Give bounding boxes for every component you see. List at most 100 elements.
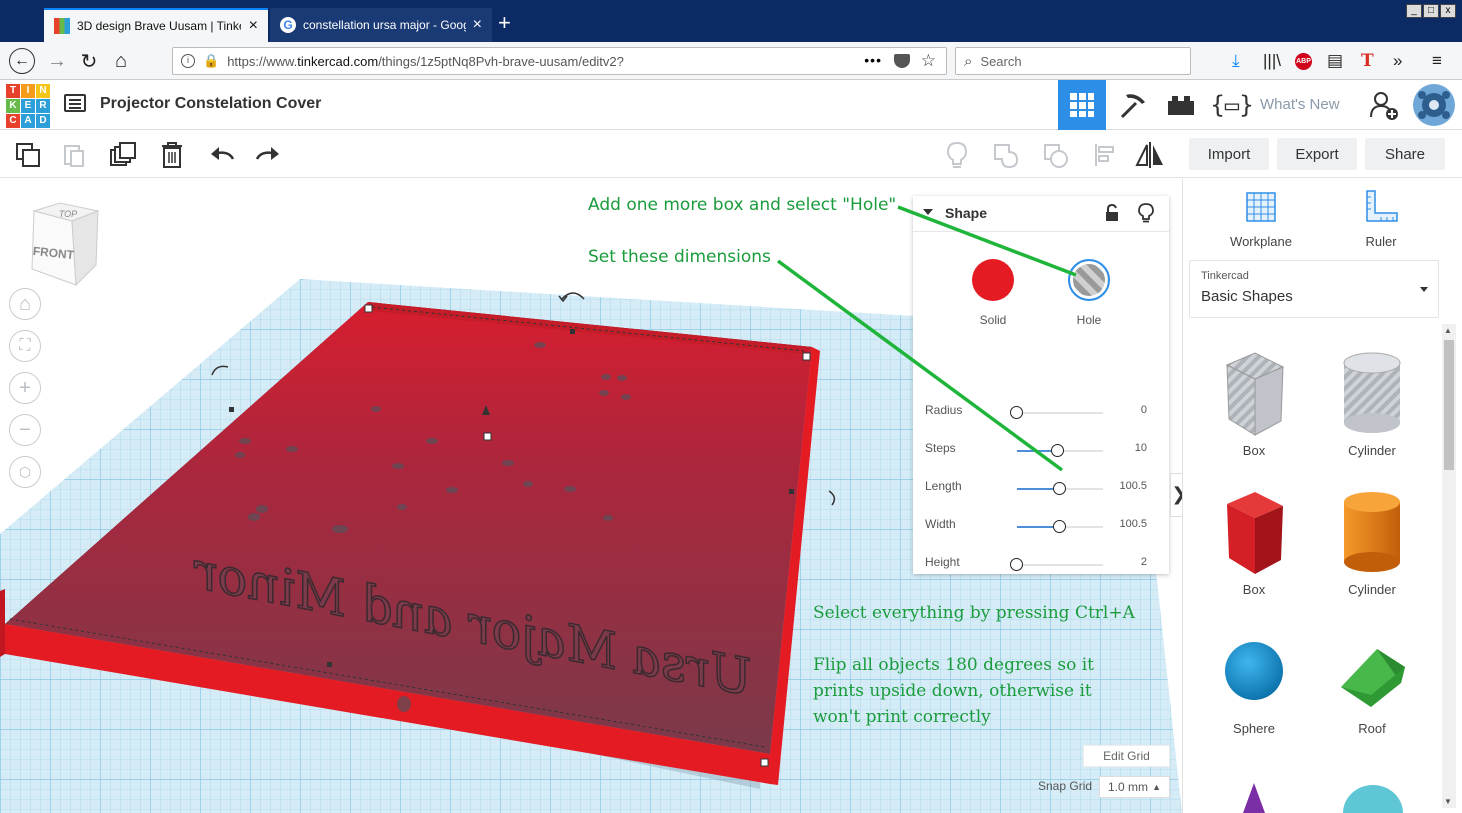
width-property[interactable]: Width 100.5 xyxy=(925,517,1157,537)
share-button[interactable]: Share xyxy=(1365,138,1445,170)
workplane-viewport[interactable]: Ursa Major and Minor TOP FRONT ⌂ ⛶ + − ⬡… xyxy=(0,179,1182,813)
close-tab-icon[interactable]: × xyxy=(249,17,258,35)
height-value[interactable]: 2 xyxy=(1141,556,1147,568)
3d-design-view-button[interactable] xyxy=(1058,80,1106,130)
steps-slider-knob[interactable] xyxy=(1051,444,1064,457)
minimize-button[interactable]: _ xyxy=(1406,4,1422,18)
length-property[interactable]: Length 100.5 xyxy=(925,479,1157,499)
logo-letter: N xyxy=(36,84,50,98)
delete-button[interactable] xyxy=(156,139,188,171)
cylinder-hole-icon xyxy=(1343,352,1401,433)
user-avatar[interactable] xyxy=(1410,80,1458,130)
search-input[interactable]: ⌕ Search xyxy=(955,47,1191,75)
copy-button[interactable] xyxy=(12,139,44,171)
tinkercad-logo[interactable]: T I N K E R C A D xyxy=(6,84,50,128)
height-slider-knob[interactable] xyxy=(1010,558,1023,571)
ungroup-button[interactable] xyxy=(1040,139,1072,171)
group-button[interactable] xyxy=(990,139,1022,171)
shape-library-select[interactable]: Tinkercad Basic Shapes xyxy=(1189,260,1439,318)
mirror-button[interactable] xyxy=(1134,139,1166,171)
shape-cylinder-hole[interactable]: Cylinder xyxy=(1317,347,1427,458)
radius-value[interactable]: 0 xyxy=(1141,404,1147,416)
shape-sphere[interactable]: Sphere xyxy=(1199,625,1309,736)
maximize-button[interactable]: □ xyxy=(1423,4,1439,18)
shape-box[interactable]: Box xyxy=(1199,486,1309,597)
design-title[interactable]: Projector Constelation Cover xyxy=(100,95,321,113)
orthographic-button[interactable]: ⬡ xyxy=(9,456,41,488)
steps-value[interactable]: 10 xyxy=(1135,442,1147,454)
design-menu-icon[interactable] xyxy=(64,94,86,112)
shape-cone-partial[interactable] xyxy=(1317,779,1427,813)
new-tab-button[interactable]: + xyxy=(498,10,511,36)
scroll-down-icon[interactable]: ▼ xyxy=(1444,797,1452,806)
toggle-panel-button[interactable]: ❯ xyxy=(1170,473,1182,517)
page-actions-icon[interactable]: ••• xyxy=(864,52,882,68)
scroll-up-icon[interactable]: ▲ xyxy=(1444,326,1452,335)
shape-box-hole[interactable]: Box xyxy=(1199,347,1309,458)
tab-tinkercad[interactable]: 3D design Brave Uusam | Tinkerca × xyxy=(44,8,268,42)
length-slider-knob[interactable] xyxy=(1053,482,1066,495)
reload-button[interactable]: ↻ xyxy=(76,48,102,74)
codeblocks-button[interactable]: {▭} xyxy=(1208,80,1256,130)
forward-button[interactable]: → xyxy=(44,48,70,74)
library-icon[interactable]: |||\ xyxy=(1263,51,1281,71)
undo-button[interactable] xyxy=(206,139,238,171)
edit-grid-button[interactable]: Edit Grid xyxy=(1083,745,1170,767)
lock-icon[interactable] xyxy=(1105,204,1119,222)
shape-cylinder[interactable]: Cylinder xyxy=(1317,486,1427,597)
bookmark-star-icon[interactable]: ☆ xyxy=(921,51,936,71)
reader-view-icon[interactable]: ▤ xyxy=(1327,51,1343,71)
fit-view-button[interactable]: ⛶ xyxy=(9,330,41,362)
adblock-icon[interactable]: ABP xyxy=(1295,53,1312,70)
back-button[interactable]: ← xyxy=(9,48,35,74)
paste-button[interactable] xyxy=(58,139,90,171)
minecraft-pickaxe-button[interactable] xyxy=(1110,80,1156,130)
workplane-tool[interactable]: Workplane xyxy=(1211,187,1311,249)
mirror-icon xyxy=(1135,142,1163,168)
view-cube[interactable]: TOP FRONT xyxy=(26,201,102,292)
align-button[interactable] xyxy=(1089,139,1121,171)
close-window-button[interactable]: x xyxy=(1440,4,1456,18)
duplicate-button[interactable] xyxy=(108,139,140,171)
width-slider-knob[interactable] xyxy=(1053,520,1066,533)
snap-grid-select[interactable]: 1.0 mm ▲ xyxy=(1099,776,1170,798)
export-button[interactable]: Export xyxy=(1277,138,1357,170)
steps-property[interactable]: Steps 10 xyxy=(925,441,1157,461)
length-value[interactable]: 100.5 xyxy=(1119,480,1147,492)
lego-bricks-button[interactable] xyxy=(1158,80,1204,130)
collapse-caret-icon[interactable] xyxy=(923,209,933,215)
inspector-header[interactable]: Shape xyxy=(913,196,1169,232)
zoom-in-button[interactable]: + xyxy=(9,372,41,404)
radius-property[interactable]: Radius 0 xyxy=(925,403,1157,423)
height-property[interactable]: Height 2 xyxy=(925,555,1157,575)
shape-pyramid-partial[interactable] xyxy=(1199,779,1309,813)
url-bar[interactable]: i 🔒 https://www.tinkercad.com/things/1z5… xyxy=(172,47,947,75)
whats-new-link[interactable]: What's New xyxy=(1260,96,1340,113)
info-icon[interactable]: i xyxy=(181,54,195,68)
overflow-chevron-icon[interactable]: » xyxy=(1393,51,1402,71)
import-button[interactable]: Import xyxy=(1189,138,1269,170)
scrollbar-thumb[interactable] xyxy=(1444,340,1454,470)
width-value[interactable]: 100.5 xyxy=(1119,518,1147,530)
zoom-out-button[interactable]: − xyxy=(9,414,41,446)
notes-lightbulb-button[interactable] xyxy=(941,139,973,171)
plus-icon: + xyxy=(19,376,31,399)
home-button[interactable]: ⌂ xyxy=(108,48,134,74)
visibility-lightbulb-icon[interactable] xyxy=(1138,203,1154,223)
download-icon[interactable]: ⤓ xyxy=(1232,51,1240,71)
add-user-button[interactable] xyxy=(1362,80,1406,130)
solid-color-swatch[interactable] xyxy=(972,259,1014,301)
shape-roof[interactable]: Roof xyxy=(1317,625,1427,736)
home-icon: ⌂ xyxy=(18,292,32,315)
ruler-tool[interactable]: Ruler xyxy=(1331,187,1431,249)
hole-swatch[interactable] xyxy=(1068,259,1110,301)
panel-scrollbar[interactable]: ▲ ▼ xyxy=(1442,324,1456,808)
pocket-icon[interactable] xyxy=(894,54,910,68)
redo-button[interactable] xyxy=(252,139,284,171)
radius-slider-knob[interactable] xyxy=(1010,406,1023,419)
tab-google[interactable]: G constellation ursa major - Google S × xyxy=(270,8,492,42)
home-view-button[interactable]: ⌂ xyxy=(9,288,41,320)
close-tab-icon[interactable]: × xyxy=(473,16,482,34)
hamburger-menu-icon[interactable]: ≡ xyxy=(1432,51,1442,71)
extension-t-icon[interactable]: T xyxy=(1361,51,1374,71)
